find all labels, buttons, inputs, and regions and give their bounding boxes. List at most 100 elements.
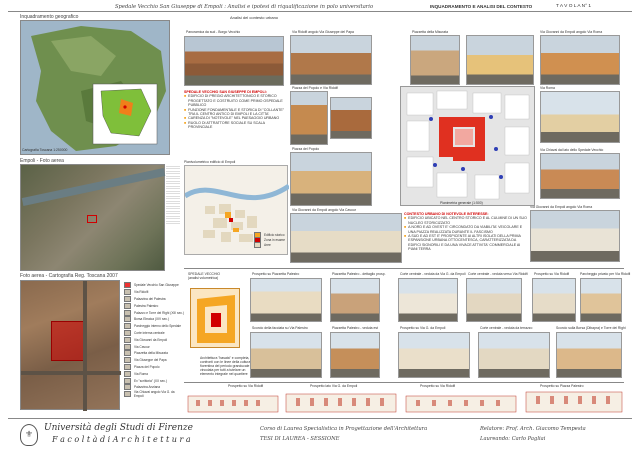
bottom-photo: [250, 332, 322, 378]
street-photo: [466, 35, 534, 85]
faculty-name: F a c o l t à d i A r c h i t e t t u r …: [52, 435, 191, 444]
photo-label: Via Ridolfi angolo Via Giuseppe del Papa: [292, 30, 354, 34]
legend-item: Via Giovanni da Empoli: [124, 336, 184, 343]
legend-swatch: [124, 377, 131, 384]
bottom-photo-label: Corte centrale - veduta da Via G. da Emp…: [400, 272, 466, 276]
legend-swatch: [124, 357, 131, 364]
legend-swatch: [124, 289, 131, 296]
street-photo: [290, 152, 372, 206]
ortho-photo: [20, 280, 121, 411]
legend-item: Via Cavour: [124, 343, 184, 350]
street-photo: [290, 35, 372, 85]
legend-item: Spedale Vecchio San Giuseppe: [124, 282, 184, 289]
street-photo: [540, 91, 620, 143]
panorama-label: Panoramica da sud - Borgo Vecchio: [186, 30, 241, 34]
bottom-photo: [398, 332, 470, 378]
bottom-photo-label: Scorcio sulla Borsa (Dibapra) e Torre de…: [556, 326, 626, 330]
bullet-item: ■ FUNZIONE FONDAMENTALE E STORICA DI "COL…: [184, 108, 288, 117]
site-plan-graphic: [406, 90, 530, 200]
legend-swatch: [124, 343, 131, 350]
plan-legend-label: Aree: [264, 242, 271, 247]
bottom-rule: [184, 268, 624, 269]
legend-item: Borsa Ebraica (XIV sec.): [124, 316, 184, 323]
bottom-photo-label: Prospetto su Piazzetta Palestro: [252, 272, 300, 276]
photo-label: Via Giovanni da Empoli angolo Via Roma: [530, 205, 593, 209]
legend-swatch: [124, 363, 131, 370]
site-plan-caption: Planimetria generale (1:500): [440, 201, 483, 205]
analysis-title: Analisi del contesto urbano: [230, 15, 279, 20]
legend-item: Parcheggio interno dello Spedale: [124, 323, 184, 330]
legend-label: Parcheggio interno dello Spedale: [134, 324, 181, 329]
bottom-photo-label: Piazzetta Palestro - dettaglio prosp.: [332, 272, 386, 276]
course-name: Corso di Laurea Specialistica in Progett…: [260, 426, 428, 432]
legend-swatch: [124, 302, 131, 309]
legend-label: Corte interna centrale: [134, 330, 165, 335]
elevation-label: Prospetto lato Via G. da Empoli: [310, 384, 358, 388]
photo-label: Piazza del Popolo e Via Ridolfi: [292, 86, 339, 90]
thesis-label: TESI DI LAUREA - SESSIONE: [260, 436, 340, 442]
bullet-icon: ■: [404, 234, 407, 239]
spedale-block: SPEDALE VECCHIO SAN GIUSEPPE DI EMPOLI: …: [184, 90, 288, 130]
street-photo: [330, 97, 372, 139]
legend-item: Via Roma: [124, 370, 184, 377]
bullet-item: ■ RUOLO DI ATTRATTORE SOCIALE SU SCALA PR…: [184, 121, 288, 130]
bottom-photo-label: Prospetto su Via Ridolfi: [534, 272, 570, 276]
legend-item: Palazzo e Torre dei Righi (XIII sec.): [124, 309, 184, 316]
tuscany-map-graphic: [31, 26, 166, 151]
legend-swatch: [124, 282, 131, 289]
street-photo: [410, 35, 460, 85]
plan-legend-item: Aree: [254, 241, 288, 248]
street-photo: [540, 153, 620, 199]
ortho-street-2: [83, 281, 87, 411]
bullet-icon: ■: [404, 225, 407, 230]
tavola-number: T A V O L A N° 1: [556, 4, 591, 9]
context-bullet: ■ EDIFICIO UBICATO NEL CENTRO STORICO E A…: [404, 216, 528, 225]
legend-item: Via Ridolfi: [124, 289, 184, 296]
legend-label: Palazzina dei Palestra: [134, 296, 166, 301]
legend-label: Via Chiavai angolo Via G. da Empoli: [133, 390, 175, 399]
legend-label: Piazzetta della Misurata: [134, 351, 168, 356]
legend-item: Palazzina dei Palestra: [124, 295, 184, 303]
legend-item: Corte interna centrale: [124, 329, 184, 337]
elevation-drawing: [186, 390, 624, 414]
bullet-icon: ■: [404, 216, 407, 221]
elevation-label: Prospetto su Piazza Palestro: [540, 384, 584, 388]
street-photo: [290, 91, 328, 145]
legend-swatch: [124, 329, 131, 336]
photo-label: Piazza del Popolo: [292, 147, 320, 151]
legend-label: Spedale Vecchio San Giuseppe: [134, 283, 179, 288]
board-title: Spedale Vecchio San Giuseppe di Empoli :…: [115, 4, 374, 10]
volume-diagram: [190, 288, 240, 348]
university-name: Università degli Studi di Firenze: [44, 423, 193, 433]
legend-item: Palestra Palestro: [124, 302, 184, 309]
bullet-text: RUOLO DI ATTRATTORE SOCIALE SU SCALA PRO…: [188, 120, 265, 130]
ortho-street: [21, 371, 121, 375]
bottom-photo-label: Scorcio della facciata su Via Palestro: [252, 326, 308, 330]
context-bullet-text: A SUD E AD EST E' PROSPICENTE AI ALTRI I…: [408, 234, 521, 252]
context-block: CONTESTO URBANO DI NOTEVOLE INTERESSE: ■…: [404, 212, 528, 252]
legend-label: Via Giovanni da Empoli: [134, 337, 168, 342]
ortho-title: Foto aerea - Cartografia Reg. Toscana 20…: [20, 273, 118, 279]
bottom-photo: [466, 278, 522, 322]
map-caption: Cartografia Toscana 1:250000: [22, 148, 68, 152]
legend-item: Via Giuseppe del Papa: [124, 357, 184, 364]
bottom-photo: [330, 278, 380, 322]
elevation-label: Prospetto su Via Ridolfi: [228, 384, 264, 388]
elevation-graphic: [187, 391, 623, 413]
bottom-photo: [556, 332, 622, 378]
legend-swatch: [124, 295, 131, 302]
bottom-photo: [250, 278, 322, 322]
aerial-marker: [87, 215, 97, 223]
street-photo: [530, 210, 620, 262]
laureando: Laureando: Carlo Pagliai: [480, 436, 546, 442]
site-plan: [400, 86, 535, 206]
bottom-photo-label: Corte centrale - veduta da terrazzo: [480, 326, 533, 330]
legend-label: Via Roma: [134, 371, 148, 376]
legend-label: Palestra Palestro: [134, 303, 159, 308]
elevation-label: Prospetto su Via Ridolfi: [420, 384, 456, 388]
bottom-photo: [580, 278, 622, 322]
relatore: Relatore: Prof. Arch. Giacomo Tempesta: [480, 426, 586, 432]
photo-label: Via Giovanni da Empoli angolo Via Roma: [540, 30, 603, 34]
footer-rule: [8, 418, 632, 419]
university-logo-icon: ⚜: [20, 424, 38, 446]
